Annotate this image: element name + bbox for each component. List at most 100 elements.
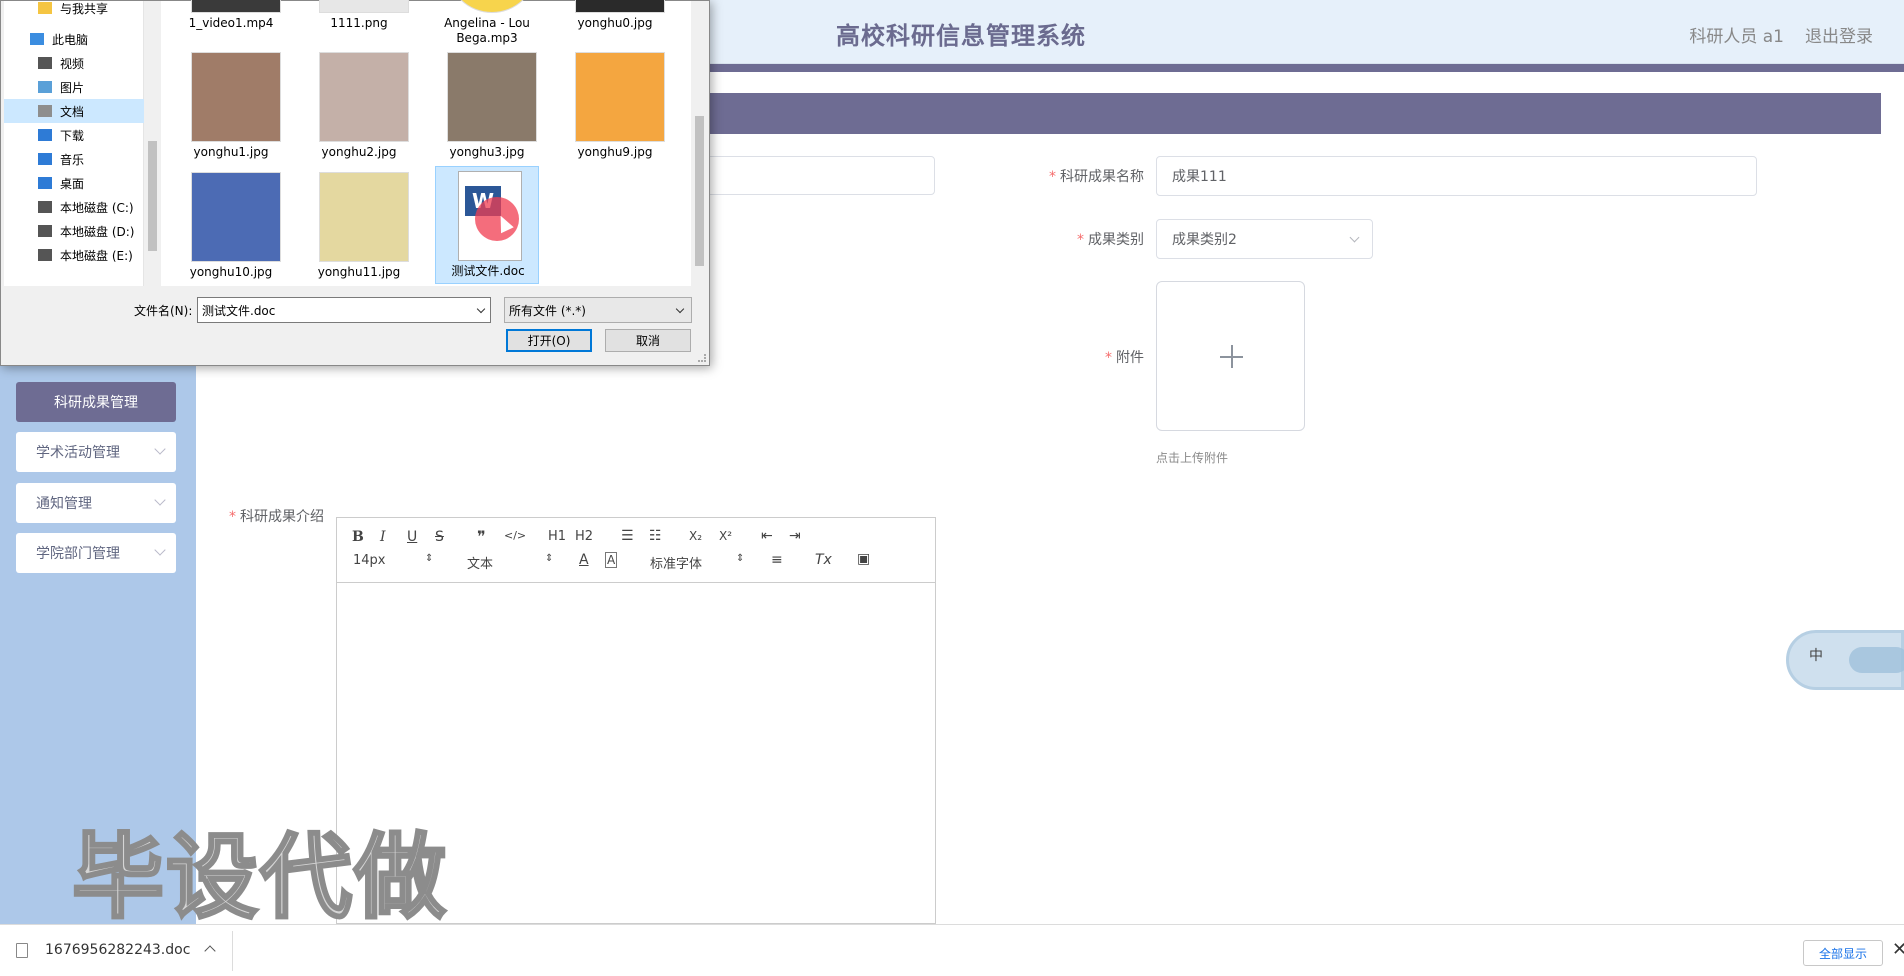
name-label: * 科研成果名称 <box>1049 169 1144 185</box>
font-family-select[interactable]: 标准字体 ⇕ <box>650 553 746 572</box>
file-item[interactable]: yonghu9.jpg <box>563 48 667 166</box>
tree-item-drive-d[interactable]: 本地磁盘 (D:) <box>4 219 144 243</box>
image-icon[interactable]: ▣ <box>857 551 870 567</box>
file-thumbnail <box>319 172 409 262</box>
tree-item-music[interactable]: 音乐 <box>4 147 144 171</box>
open-button[interactable]: 打开(O) <box>506 329 592 352</box>
outdent-button[interactable]: ⇤ <box>761 528 773 544</box>
scrollbar-thumb[interactable] <box>148 141 157 251</box>
sidebar-item-label: 科研成果管理 <box>54 395 138 411</box>
cloud-icon <box>1849 647 1904 673</box>
cancel-button[interactable]: 取消 <box>605 329 691 352</box>
tree-item-this-pc[interactable]: 此电脑 <box>4 27 144 51</box>
left-form-input[interactable] <box>690 156 935 195</box>
indent-button[interactable]: ⇥ <box>789 528 801 544</box>
file-list-scrollbar[interactable] <box>691 1 708 286</box>
file-thumbnail <box>447 0 537 13</box>
h1-button[interactable]: H1 <box>548 529 566 544</box>
drive-icon <box>38 201 52 213</box>
file-item[interactable]: Angelina - Lou Bega.mp3 <box>435 0 539 45</box>
app-title: 高校科研信息管理系统 <box>836 22 1086 50</box>
video-icon <box>38 57 52 69</box>
plus-icon-vertical <box>1231 345 1233 368</box>
file-open-dialog: 与我共享 此电脑 视频 图片 文档 下载 音乐 桌面 本地磁盘 (C:) 本地磁… <box>0 0 710 366</box>
bullet-list-button[interactable]: ☷ <box>649 528 662 544</box>
filename-input[interactable]: 测试文件.doc <box>197 297 491 323</box>
file-item[interactable]: yonghu11.jpg <box>307 168 411 286</box>
file-item[interactable]: yonghu0.jpg <box>563 0 667 37</box>
navigation-tree: 与我共享 此电脑 视频 图片 文档 下载 音乐 桌面 本地磁盘 (C:) 本地磁… <box>4 1 144 286</box>
sidebar-item-label: 学术活动管理 <box>36 445 120 461</box>
sidebar-item-notices[interactable]: 通知管理 <box>16 483 176 523</box>
file-thumbnail <box>319 52 409 142</box>
file-item[interactable]: yonghu1.jpg <box>179 48 283 166</box>
ime-mode-label: 中 <box>1809 648 1823 664</box>
tree-item-videos[interactable]: 视频 <box>4 51 144 75</box>
sidebar-item-academic-activities[interactable]: 学术活动管理 <box>16 432 176 472</box>
close-icon[interactable]: ✕ <box>1892 939 1904 960</box>
file-item[interactable]: yonghu3.jpg <box>435 48 539 166</box>
tree-item-downloads[interactable]: 下载 <box>4 123 144 147</box>
paragraph-format-select[interactable]: 文本 ⇕ <box>467 553 557 572</box>
italic-button[interactable]: I <box>380 529 386 545</box>
chevron-down-icon <box>1349 232 1360 243</box>
desktop-icon <box>38 177 52 189</box>
strikethrough-button[interactable]: S <box>435 529 444 545</box>
chevron-down-icon <box>154 544 166 556</box>
file-item[interactable]: 1_video1.mp4 <box>179 0 283 37</box>
user-name[interactable]: 科研人员 a1 <box>1689 22 1784 47</box>
chevron-up-icon[interactable] <box>204 945 216 957</box>
tree-item-drive-e[interactable]: 本地磁盘 (E:) <box>4 243 144 267</box>
sidebar-item-departments[interactable]: 学院部门管理 <box>16 533 176 573</box>
h2-button[interactable]: H2 <box>575 529 593 544</box>
file-item[interactable]: yonghu2.jpg <box>307 48 411 166</box>
clear-format-button[interactable]: Tx <box>815 552 832 568</box>
code-button[interactable]: </> <box>504 529 526 542</box>
file-item[interactable]: yonghu10.jpg <box>179 168 283 286</box>
ordered-list-button[interactable]: ☰ <box>621 528 634 544</box>
sidebar-item-label: 通知管理 <box>36 496 92 512</box>
logout-link[interactable]: 退出登录 <box>1805 22 1873 47</box>
file-thumbnail <box>447 52 537 142</box>
font-color-button[interactable]: A <box>579 552 589 568</box>
intro-label: * 科研成果介绍 <box>229 509 324 525</box>
file-thumbnail <box>575 52 665 142</box>
tree-item-desktop[interactable]: 桌面 <box>4 171 144 195</box>
scrollbar-thumb[interactable] <box>695 116 704 266</box>
ime-floating-widget[interactable]: 中 <box>1786 630 1904 690</box>
tree-item-shared[interactable]: 与我共享 <box>4 0 144 20</box>
tree-item-pictures[interactable]: 图片 <box>4 75 144 99</box>
file-thumbnail <box>319 0 409 13</box>
editor-toolbar: B I U S ❞ </> H1 H2 ☰ ☷ X₂ X² ⇤ ⇥ 14px ⇕ … <box>337 518 935 583</box>
sidebar-item-research-results[interactable]: 科研成果管理 <box>16 382 176 422</box>
file-list: 1_video1.mp4 1111.png Angelina - Lou Beg… <box>161 0 691 286</box>
document-icon <box>16 943 28 958</box>
font-size-select[interactable]: 14px ⇕ <box>353 553 433 568</box>
filename-label: 文件名(N): <box>134 304 193 318</box>
tree-scrollbar[interactable] <box>144 1 161 286</box>
filetype-select[interactable]: 所有文件 (*.*) <box>504 297 692 323</box>
download-bar: 1676956282243.doc 全部显示 ✕ <box>0 924 1904 976</box>
tree-item-documents[interactable]: 文档 <box>4 99 144 123</box>
subscript-button[interactable]: X₂ <box>689 529 702 543</box>
file-item[interactable]: 1111.png <box>307 0 411 37</box>
result-name-value: 成果111 <box>1172 169 1227 185</box>
chevron-down-icon <box>154 494 166 506</box>
attachment-label: * 附件 <box>1105 350 1144 366</box>
align-button[interactable]: ≡ <box>771 552 783 568</box>
show-all-button[interactable]: 全部显示 <box>1803 940 1883 966</box>
sidebar-item-label: 学院部门管理 <box>36 546 120 562</box>
result-name-input[interactable]: 成果111 <box>1156 156 1757 196</box>
chevron-down-icon[interactable] <box>476 304 486 314</box>
bold-button[interactable]: B <box>352 529 364 545</box>
tree-item-drive-c[interactable]: 本地磁盘 (C:) <box>4 195 144 219</box>
background-color-button[interactable]: A <box>605 552 618 568</box>
resize-grip-icon[interactable] <box>698 354 706 362</box>
category-select[interactable]: 成果类别2 <box>1156 219 1373 259</box>
superscript-button[interactable]: X² <box>719 529 732 543</box>
file-thumbnail <box>191 52 281 142</box>
underline-button[interactable]: U <box>407 529 417 545</box>
attachment-upload[interactable] <box>1156 281 1305 431</box>
download-file-name[interactable]: 1676956282243.doc <box>45 942 190 958</box>
quote-button[interactable]: ❞ <box>477 527 486 546</box>
